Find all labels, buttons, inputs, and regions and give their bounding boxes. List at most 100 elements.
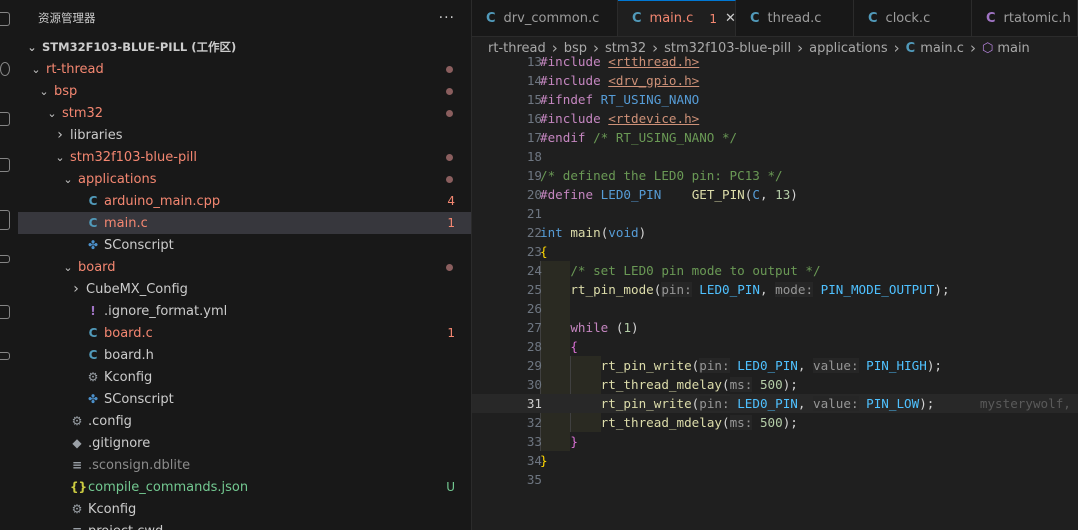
tree-item-label: libraries: [70, 127, 123, 143]
tree-item-label: board.h: [104, 347, 154, 363]
token: /* set LED0 pin mode to output */: [570, 263, 821, 278]
modified-dot: [446, 66, 453, 73]
code-line: 20 #define LED0_PIN GET_PIN(C, 13): [472, 185, 1078, 204]
code-text: rt_pin_write(pin: LED0_PIN, value: PIN_H…: [540, 356, 942, 375]
line-number: 14: [526, 73, 542, 88]
folder-item[interactable]: ⌄ board: [18, 256, 471, 278]
file-item[interactable]: ⚙ Kconfig: [18, 498, 471, 520]
token: /* defined the LED0 pin: PC13 */: [540, 168, 783, 183]
workspace-root[interactable]: ⌄ STM32F103-BLUE-PILL (工作区): [18, 36, 471, 58]
tab-drv_common-c[interactable]: Cdrv_common.c: [472, 0, 618, 36]
file-item[interactable]: ≡ project.cwd: [18, 520, 471, 530]
token: ): [790, 187, 798, 202]
tree-item-label: .sconsign.dblite: [88, 457, 191, 473]
tree-item-label: .config: [88, 413, 132, 429]
token: ms:: [729, 377, 753, 392]
c-file-icon: C: [88, 348, 98, 362]
folder-item[interactable]: ⌄ bsp: [18, 80, 471, 102]
extensions-icon[interactable]: [0, 210, 10, 230]
tree-item-label: project.cwd: [88, 524, 163, 530]
token: 1: [623, 320, 632, 335]
code-text: int main(void): [540, 223, 646, 242]
line-number: 28: [526, 339, 542, 354]
folder-item[interactable]: › libraries: [18, 124, 471, 146]
gear-icon: ⚙: [71, 502, 83, 516]
token: 500: [759, 377, 783, 392]
token: (: [722, 415, 730, 430]
workspace-label: STM32F103-BLUE-PILL (工作区): [42, 40, 237, 54]
token: rt_pin_mode: [570, 282, 654, 297]
c-file-icon: C: [632, 11, 642, 26]
tab-thread-c[interactable]: Cthread.c: [736, 0, 854, 36]
file-item[interactable]: Carduino_main.cpp 4: [18, 190, 471, 212]
file-item[interactable]: ! .ignore_format.yml: [18, 300, 471, 322]
code-text: #include <rtdevice.h>: [540, 109, 699, 128]
token: pin:: [699, 358, 730, 373]
file-item[interactable]: ≡ .sconsign.dblite: [18, 454, 471, 476]
code-text: {: [540, 242, 548, 261]
tab-clock-c[interactable]: Cclock.c: [854, 0, 972, 36]
accounts-icon[interactable]: [0, 352, 10, 360]
token: (: [722, 377, 730, 392]
folder-item[interactable]: ⌄ stm32f103-blue-pill: [18, 146, 471, 168]
line-number: 23: [526, 244, 542, 259]
folder-item[interactable]: › CubeMX_Config: [18, 278, 471, 300]
modified-dot: [446, 110, 453, 117]
file-item[interactable]: Cboard.c 1: [18, 322, 471, 344]
token: ,: [759, 187, 776, 202]
remote-icon[interactable]: [0, 255, 10, 263]
code-line: 21: [472, 204, 1078, 223]
folder-item[interactable]: ⌄ applications: [18, 168, 471, 190]
file-item[interactable]: ⚙ Kconfig: [18, 366, 471, 388]
tab-label: main.c: [649, 11, 694, 26]
code-line: 34}: [472, 451, 1078, 470]
problem-badge: U: [446, 480, 455, 494]
tab-rtatomic-h[interactable]: Crtatomic.h: [972, 0, 1078, 36]
tab-main-c[interactable]: Cmain.c 1 ✕: [618, 0, 736, 36]
token: mode:: [775, 282, 814, 297]
folder-item[interactable]: ⌄ stm32: [18, 102, 471, 124]
python-icon: ✤: [87, 392, 99, 406]
close-icon[interactable]: ✕: [725, 11, 736, 26]
run-debug-icon[interactable]: [0, 158, 10, 172]
token: rt_pin_write: [600, 358, 692, 373]
file-item[interactable]: Cboard.h: [18, 344, 471, 366]
folder-item[interactable]: ⌄ rt-thread: [18, 58, 471, 80]
source-control-icon[interactable]: [0, 112, 10, 126]
token: #include: [540, 54, 609, 69]
tab-label: clock.c: [885, 10, 931, 26]
chevron-down-icon: ⌄: [63, 260, 73, 274]
explorer-panel: 资源管理器 ··· ⌄ STM32F103-BLUE-PILL (工作区) ⌄ r…: [18, 0, 472, 530]
search-icon[interactable]: [0, 62, 10, 76]
files-icon[interactable]: [0, 12, 10, 26]
token: ,: [759, 282, 776, 297]
tree-item-label: CubeMX_Config: [86, 281, 188, 297]
token: rt_pin_write: [600, 396, 692, 411]
testing-icon[interactable]: [0, 305, 10, 319]
file-item[interactable]: Cmain.c 1: [18, 212, 471, 234]
token: main: [570, 225, 601, 240]
problem-badge: 1: [447, 326, 455, 340]
tree-item-label: rt-thread: [46, 61, 104, 77]
line-number: 32: [526, 415, 542, 430]
tree-item-label: board: [78, 259, 116, 275]
c-file-icon: C: [986, 10, 996, 26]
file-item[interactable]: {} compile_commands.json U: [18, 476, 471, 498]
file-item[interactable]: ◆ .gitignore: [18, 432, 471, 454]
file-item[interactable]: ✤ SConscript: [18, 234, 471, 256]
token: while: [570, 320, 609, 335]
token: GET_PIN: [691, 187, 745, 202]
code-text: rt_pin_mode(pin: LED0_PIN, mode: PIN_MOD…: [540, 280, 950, 299]
gear-icon: ⚙: [71, 414, 83, 428]
token: ,: [797, 396, 814, 411]
file-item[interactable]: ✤ SConscript: [18, 388, 471, 410]
line-number: 21: [526, 206, 542, 221]
git-icon: ◆: [72, 436, 82, 450]
more-actions-icon[interactable]: ···: [439, 10, 455, 26]
explorer-title: 资源管理器: [38, 11, 96, 25]
token: <drv_gpio.h>: [608, 73, 700, 88]
c-file-icon: C: [88, 326, 98, 340]
code-text: }: [540, 432, 578, 451]
file-item[interactable]: ⚙ .config: [18, 410, 471, 432]
c-file-icon: C: [750, 10, 760, 26]
